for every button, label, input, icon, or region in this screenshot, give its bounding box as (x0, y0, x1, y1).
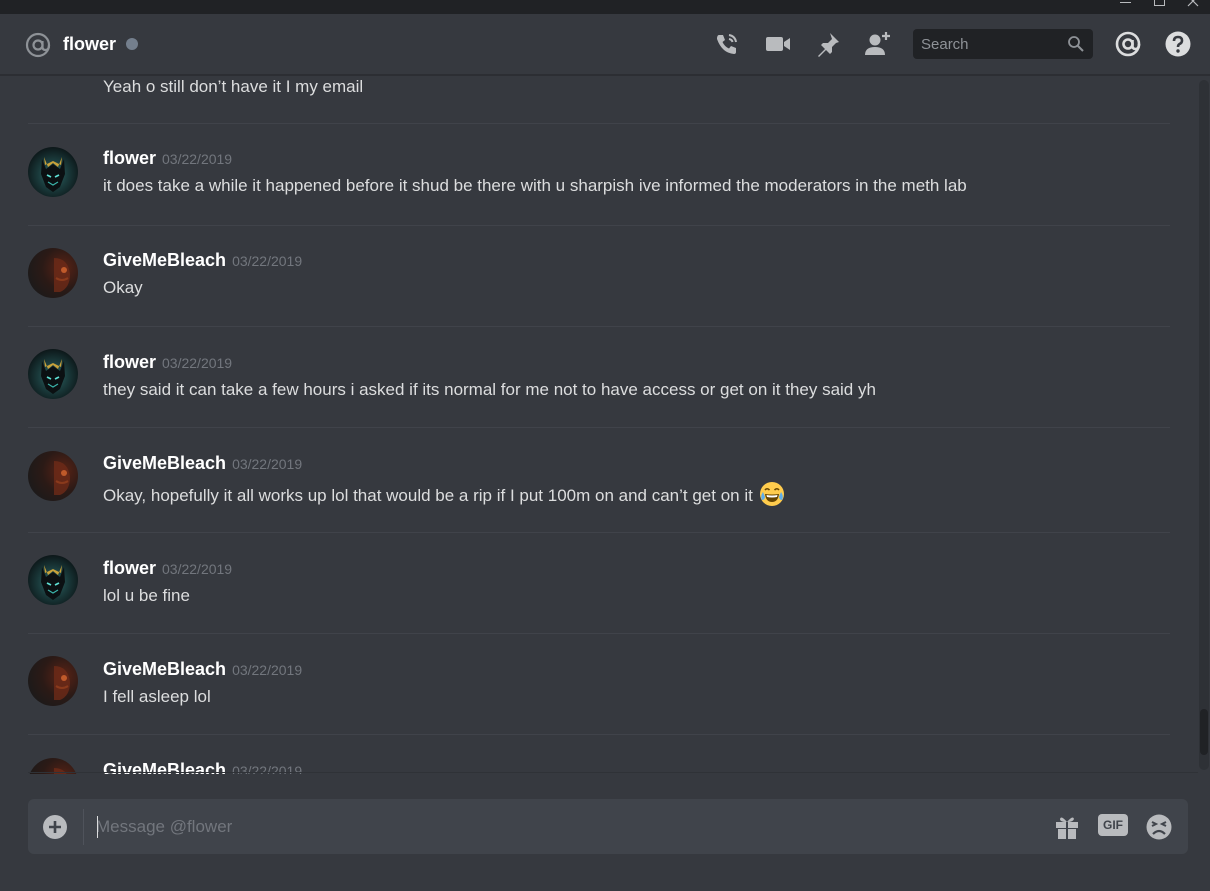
avatar-art (41, 565, 65, 600)
message-author[interactable]: GiveMeBleach 03/22/2019 (103, 658, 302, 681)
add-attachment-button[interactable] (43, 815, 67, 839)
message-group: GiveMeBleach 03/22/2019 Okay (0, 226, 1198, 326)
message-text: lol u be fine (103, 586, 190, 605)
message-author[interactable]: flower 03/22/2019 (103, 557, 232, 580)
message-group: flower 03/22/2019 they said it can take a… (0, 327, 1198, 427)
message-text: Okay, hopefully it all works up lol that… (103, 481, 785, 507)
author-name[interactable]: GiveMeBleach (103, 659, 226, 679)
joy-emoji-icon (759, 482, 784, 506)
message-text: it does take a while it happened before … (103, 176, 967, 195)
message-timestamp: 03/22/2019 (232, 253, 303, 269)
close-window-button[interactable] (1176, 0, 1210, 14)
gift-icon[interactable] (1053, 813, 1081, 841)
minimize-icon (1119, 2, 1131, 3)
phone-call-icon[interactable] (713, 30, 741, 58)
message-timestamp: 03/22/2019 (162, 355, 233, 371)
message-text: Okay (103, 278, 143, 297)
message-list[interactable]: Yeah o still don’t have it I my email fl… (0, 76, 1198, 774)
add-friend-icon[interactable] (864, 30, 892, 58)
scrollbar-thumb[interactable] (1200, 709, 1208, 755)
author-name[interactable]: flower (103, 558, 156, 578)
author-name[interactable]: flower (103, 148, 156, 168)
message-group: flower 03/22/2019 it does take a while it… (0, 124, 1198, 225)
message-timestamp: 03/22/2019 (232, 456, 303, 472)
help-icon[interactable] (1164, 30, 1192, 58)
message-timestamp: 03/22/2019 (162, 151, 233, 167)
message-author[interactable]: GiveMeBleach 03/22/2019 (103, 249, 302, 272)
avatar-art (54, 666, 70, 700)
gif-label: GIF (1103, 818, 1123, 832)
message-author[interactable]: flower 03/22/2019 (103, 147, 232, 170)
avatar-art (54, 461, 70, 495)
channel-name: flower (63, 34, 117, 54)
avatar-art (41, 359, 65, 394)
emoji-icon[interactable] (1145, 813, 1173, 841)
scrollbar-track[interactable] (1199, 80, 1209, 770)
close-icon (1187, 0, 1199, 7)
search-icon (1068, 36, 1084, 52)
message-group: GiveMeBleach 03/22/2019 Okay, hopefully i… (0, 428, 1198, 532)
message-author[interactable]: GiveMeBleach 03/22/2019 (103, 452, 302, 475)
pin-icon[interactable] (814, 30, 842, 58)
avatar[interactable] (28, 147, 78, 197)
avatar[interactable] (28, 451, 78, 501)
message-input[interactable] (96, 811, 1036, 843)
composer-separator (83, 809, 84, 845)
message-text: they said it can take a few hours i aske… (103, 380, 876, 399)
message-continuation: Yeah o still don’t have it I my email (0, 76, 1198, 123)
author-name[interactable]: GiveMeBleach (103, 453, 226, 473)
message-text-content: Okay, hopefully it all works up lol that… (103, 486, 753, 505)
add-attachment-icon (49, 821, 61, 833)
avatar-art (41, 157, 65, 192)
avatar-art (54, 258, 70, 292)
message-text: I fell asleep lol (103, 687, 211, 706)
window-titlebar (0, 0, 1210, 14)
message-text: Yeah o still don’t have it I my email (103, 77, 364, 96)
avatar[interactable] (28, 656, 78, 706)
maximize-button[interactable] (1142, 0, 1176, 14)
status-indicator (126, 38, 138, 50)
message-group: GiveMeBleach 03/22/2019 I fell asleep lol (0, 634, 1198, 734)
message-composer: GIF (28, 799, 1188, 854)
author-name[interactable]: flower (103, 352, 156, 372)
message-group: flower 03/22/2019 lol u be fine (0, 533, 1198, 633)
channel-header: flower (0, 14, 1210, 75)
author-name[interactable]: GiveMeBleach (103, 250, 226, 270)
message-list-bottom-edge (28, 772, 1198, 773)
minimize-button[interactable] (1108, 0, 1142, 14)
search-input[interactable] (913, 29, 1063, 59)
message-timestamp: 03/22/2019 (232, 662, 303, 678)
avatar[interactable] (28, 248, 78, 298)
message-author[interactable]: flower 03/22/2019 (103, 351, 232, 374)
at-icon (25, 32, 51, 58)
text-caret (97, 816, 98, 838)
mentions-icon[interactable] (1114, 30, 1142, 58)
search-box[interactable] (913, 29, 1093, 59)
avatar[interactable] (28, 349, 78, 399)
message-group: GiveMeBleach 03/22/2019 (0, 735, 1198, 774)
gif-button[interactable]: GIF (1098, 814, 1128, 836)
message-timestamp: 03/22/2019 (162, 561, 233, 577)
maximize-icon (1153, 0, 1165, 6)
video-call-icon[interactable] (764, 30, 792, 58)
avatar[interactable] (28, 555, 78, 605)
